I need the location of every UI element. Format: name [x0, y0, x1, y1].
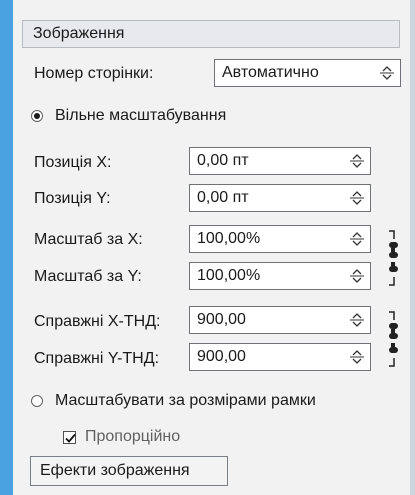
scale-y-spinner-icon[interactable]: [350, 267, 364, 285]
actual-y-dpi-label: Справжні Y-ТНД:: [34, 350, 160, 367]
page-number-select[interactable]: Автоматично: [214, 59, 401, 87]
actual-x-dpi-label: Справжні X-ТНД:: [34, 313, 161, 330]
position-y-input[interactable]: 0,00 пт: [189, 184, 371, 212]
scale-constrain-chain-icon[interactable]: [385, 229, 399, 294]
scale-x-value: 100,00%: [197, 230, 261, 247]
scale-y-value: 100,00%: [197, 267, 261, 284]
position-x-label: Позиція X:: [34, 154, 112, 171]
position-y-label: Позиція Y:: [34, 190, 111, 207]
actual-y-dpi-spinner-icon[interactable]: [350, 348, 364, 366]
dpi-constrain-chain-icon[interactable]: [385, 310, 399, 375]
actual-x-dpi-input[interactable]: 900,00: [189, 306, 371, 334]
panel-right-edge: [410, 0, 415, 495]
image-effects-button-label: Ефекти зображення: [40, 462, 190, 479]
proportional-checkbox[interactable]: [63, 431, 76, 444]
actual-x-dpi-value: 900,00: [197, 311, 246, 328]
page-number-label: Номер сторінки:: [34, 65, 154, 82]
section-title: Зображення: [33, 25, 125, 42]
position-y-value: 0,00 пт: [197, 189, 249, 206]
position-y-spinner-icon[interactable]: [350, 189, 364, 207]
page-number-value: Автоматично: [222, 64, 319, 81]
fit-frame-label: Масштабувати за розмірами рамки: [55, 392, 316, 409]
scale-x-label: Масштаб за X:: [34, 231, 143, 248]
image-section-header[interactable]: Зображення: [22, 20, 400, 48]
actual-y-dpi-value: 900,00: [197, 348, 246, 365]
fit-frame-radio[interactable]: [31, 395, 43, 407]
actual-y-dpi-input[interactable]: 900,00: [189, 343, 371, 371]
scale-y-label: Масштаб за Y:: [34, 268, 142, 285]
checkmark-icon: [65, 433, 76, 443]
page-number-spinner-icon[interactable]: [380, 64, 394, 82]
free-scale-label: Вільне масштабування: [55, 107, 227, 124]
scale-y-input[interactable]: 100,00%: [189, 262, 371, 290]
scale-x-input[interactable]: 100,00%: [189, 225, 371, 253]
position-x-spinner-icon[interactable]: [350, 152, 364, 170]
image-effects-button[interactable]: Ефекти зображення: [30, 456, 228, 486]
position-x-input[interactable]: 0,00 пт: [189, 147, 371, 175]
actual-x-dpi-spinner-icon[interactable]: [350, 311, 364, 329]
proportional-label: Пропорційно: [85, 428, 181, 445]
scale-x-spinner-icon[interactable]: [350, 230, 364, 248]
free-scale-radio[interactable]: [31, 110, 43, 122]
position-x-value: 0,00 пт: [197, 152, 249, 169]
left-accent-strip: [0, 0, 13, 495]
